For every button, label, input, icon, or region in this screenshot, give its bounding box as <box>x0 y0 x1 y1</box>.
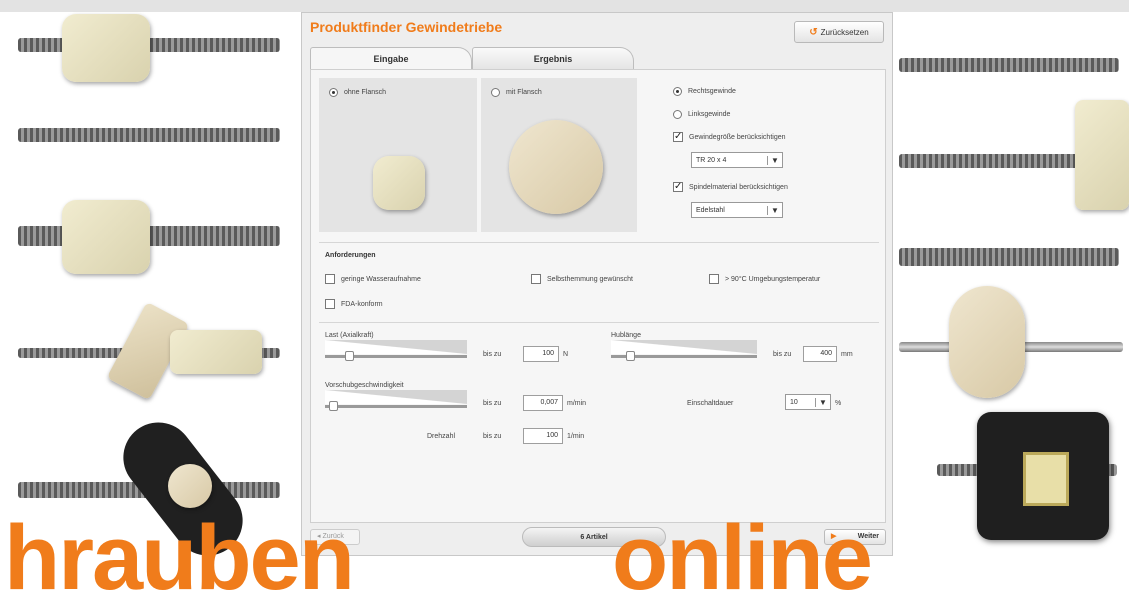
bearing-insert-image <box>168 464 212 508</box>
load-input[interactable]: 100 <box>523 346 559 362</box>
tab-ergebnis[interactable]: Ergebnis <box>472 47 634 70</box>
banner-text-left: hrauben <box>4 507 355 609</box>
spindle-material-checkbox-label: Spindelmaterial berücksichtigen <box>689 183 788 191</box>
app-title: Produktfinder Gewindetriebe <box>310 19 503 35</box>
chevron-down-icon: ▼ <box>767 155 782 165</box>
radio-without-flange[interactable] <box>329 88 338 97</box>
stroke-label: Hublänge <box>611 332 641 339</box>
top-band <box>0 0 1129 12</box>
load-upto-label: bis zu <box>483 351 502 358</box>
load-label: Last (Axialkraft) <box>325 332 374 339</box>
block-insert-image <box>1023 452 1069 506</box>
stroke-upto-label: bis zu <box>773 351 792 358</box>
checkbox-spindle-material[interactable]: ✓ <box>673 182 683 192</box>
checkbox-thread-size[interactable]: ✓ <box>673 132 683 142</box>
flange-nut-image <box>949 286 1025 398</box>
thread-size-checkbox-label: Gewindegröße berücksichtigen <box>689 133 786 141</box>
checkbox-low-water-absorption[interactable] <box>325 274 335 284</box>
threaded-rod-image <box>899 58 1119 72</box>
speed-label: Vorschubgeschwindigkeit <box>325 382 404 389</box>
checkbox-self-locking[interactable] <box>531 274 541 284</box>
low-water-absorption-label: geringe Wasseraufnahme <box>341 275 421 283</box>
speed-input[interactable]: 0,007 <box>523 395 563 411</box>
left-thread-label: Linksgewinde <box>688 111 731 118</box>
tab-bar: Eingabe Ergebnis <box>310 45 886 70</box>
stroke-input[interactable]: 400 <box>803 346 837 362</box>
stroke-slider-handle[interactable] <box>626 351 636 361</box>
right-thread-label: Rechtsgewinde <box>688 88 736 95</box>
reset-button-label: Zurücksetzen <box>820 27 869 37</box>
round-nut-image <box>170 330 262 374</box>
stroke-unit: mm <box>841 351 853 358</box>
input-panel: ohne Flansch mit Flansch Rechtsgewinde L… <box>310 69 886 523</box>
radio-with-flange[interactable] <box>491 88 500 97</box>
banner-text-right: online <box>612 507 873 609</box>
high-temperature-label: > 90°C Umgebungstemperatur <box>725 275 821 283</box>
speed-unit: m/min <box>567 400 587 407</box>
fda-compliant-label: FDA-konform <box>341 300 383 308</box>
threaded-rod-image <box>18 128 280 142</box>
speed-slider-handle[interactable] <box>329 401 338 411</box>
rpm-label: Drehzahl <box>427 433 456 440</box>
with-flange-label: mit Flansch <box>506 89 542 96</box>
requirements-title: Anforderungen <box>325 252 376 259</box>
threaded-rod-image <box>899 154 1089 168</box>
radio-left-thread[interactable] <box>673 110 682 119</box>
chevron-down-icon: ▼ <box>815 397 830 407</box>
speed-slider[interactable] <box>325 390 467 411</box>
left-product-photos <box>0 12 300 588</box>
nut-with-flange-image <box>509 120 603 214</box>
load-unit: N <box>563 351 569 358</box>
load-slider-handle[interactable] <box>345 351 355 361</box>
load-slider[interactable] <box>325 340 467 361</box>
divider <box>319 242 879 243</box>
duty-select[interactable]: 10 ▼ <box>785 394 831 410</box>
chevron-down-icon: ▼ <box>767 205 782 215</box>
threaded-rod-image <box>899 248 1119 266</box>
black-linear-block-image <box>977 412 1109 540</box>
cylinder-nut-image <box>1075 100 1129 210</box>
checkbox-fda-compliant[interactable] <box>325 299 335 309</box>
product-finder-window: Produktfinder Gewindetriebe ↺ Zurücksetz… <box>301 12 893 556</box>
self-locking-label: Selbsthemmung gewünscht <box>547 275 633 283</box>
reset-arrow-icon: ↺ <box>809 26 818 38</box>
tab-eingabe[interactable]: Eingabe <box>310 47 472 70</box>
checkbox-high-temperature[interactable] <box>709 274 719 284</box>
spindle-material-value: Edelstahl <box>696 206 725 214</box>
spindle-material-select[interactable]: Edelstahl ▼ <box>691 202 783 218</box>
rpm-unit: 1/min <box>567 433 585 440</box>
thread-size-select[interactable]: TR 20 x 4 ▼ <box>691 152 783 168</box>
option-without-flange[interactable]: ohne Flansch <box>319 78 477 232</box>
right-product-photos <box>893 12 1129 588</box>
rpm-input[interactable]: 100 <box>523 428 563 444</box>
thread-size-value: TR 20 x 4 <box>696 156 727 164</box>
square-nut-image <box>62 200 150 274</box>
without-flange-label: ohne Flansch <box>344 89 387 96</box>
speed-upto-label: bis zu <box>483 400 502 407</box>
nut-without-flange-image <box>373 156 425 210</box>
divider <box>319 322 879 323</box>
radio-right-thread[interactable] <box>673 87 682 96</box>
duty-label: Einschaltdauer <box>687 400 734 407</box>
reset-button[interactable]: ↺ Zurücksetzen <box>794 21 884 43</box>
stroke-slider[interactable] <box>611 340 757 361</box>
duty-value: 10 <box>790 398 798 406</box>
square-nut-image <box>62 14 150 82</box>
duty-unit: % <box>835 400 842 407</box>
option-with-flange[interactable]: mit Flansch <box>481 78 637 232</box>
rpm-upto-label: bis zu <box>483 433 502 440</box>
